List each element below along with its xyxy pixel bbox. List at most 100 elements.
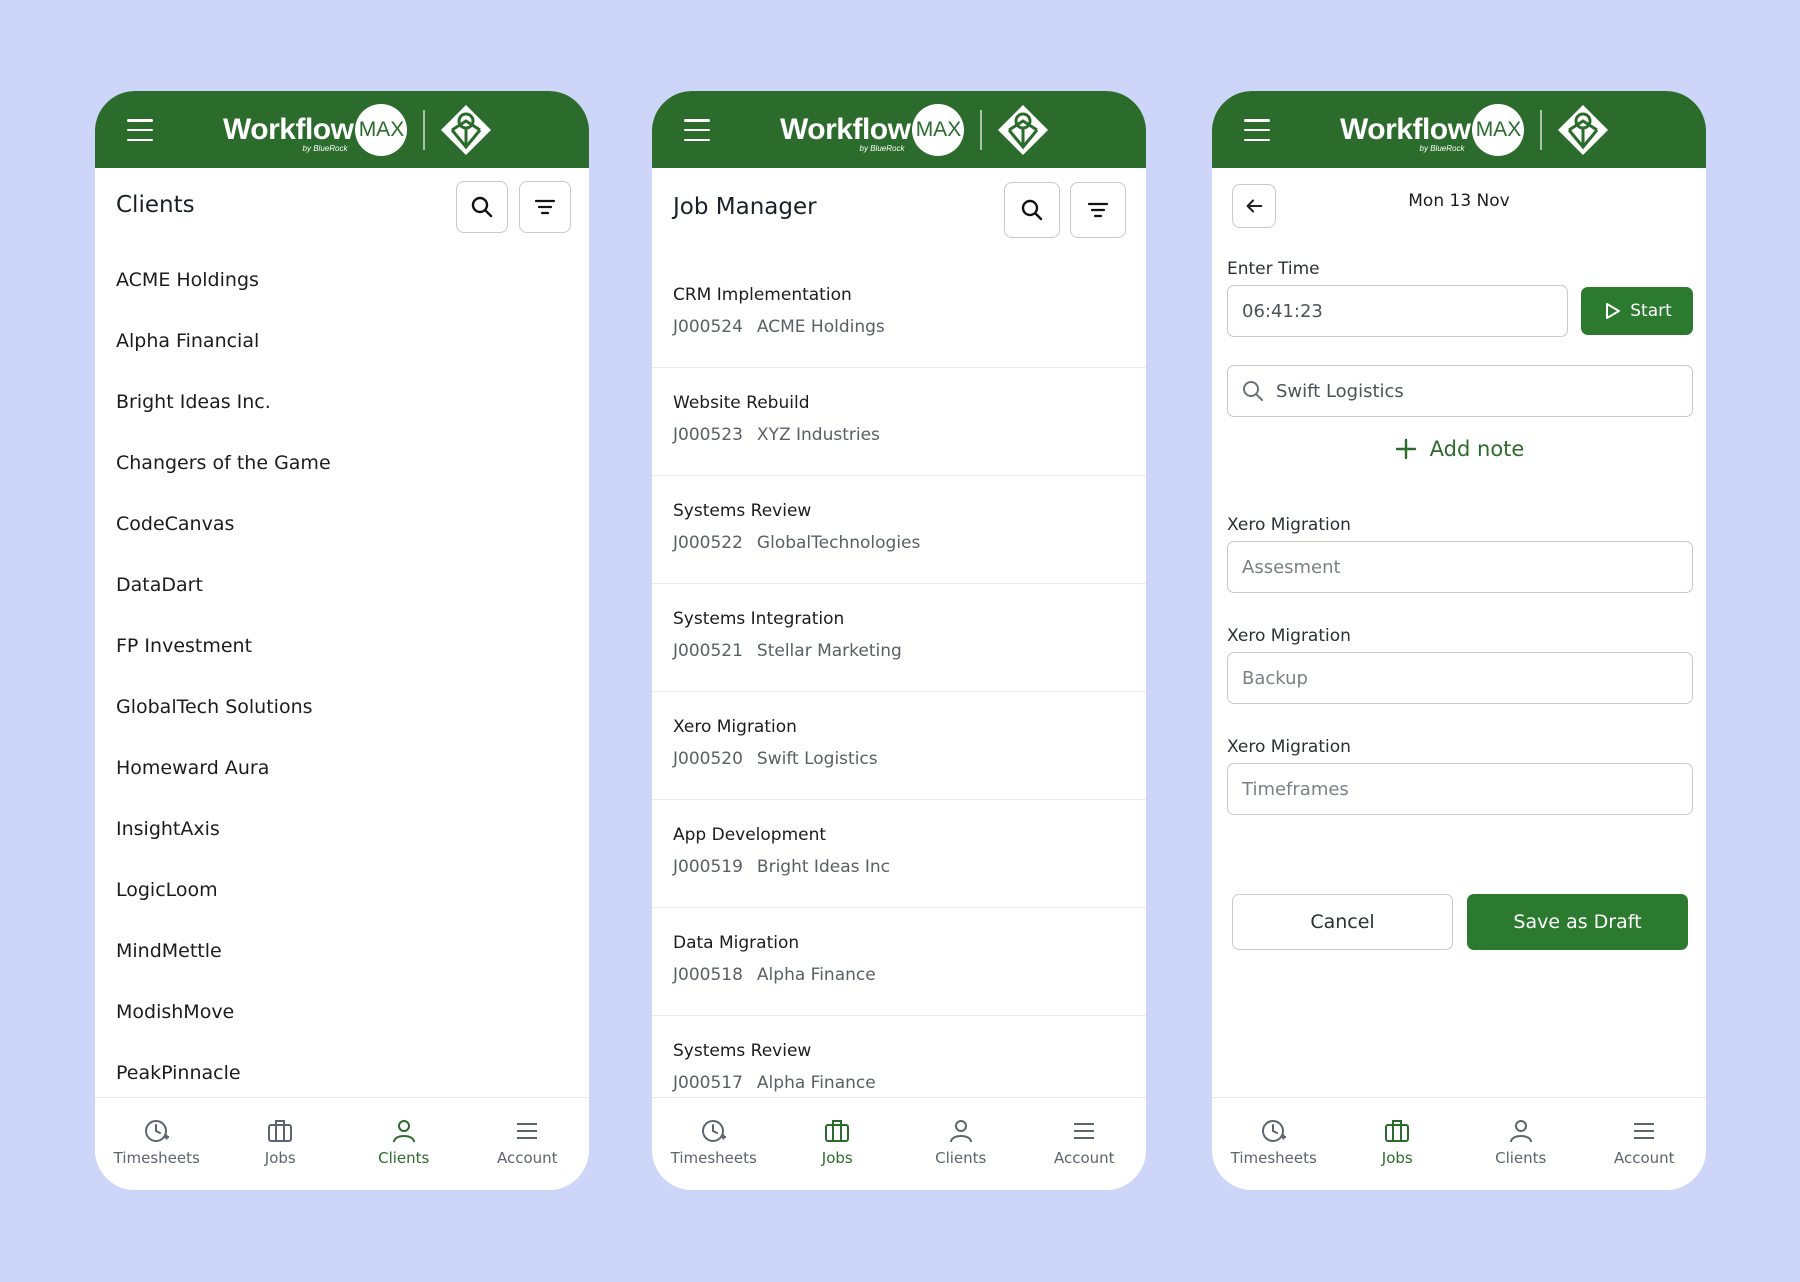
job-title: Systems Integration [673,609,845,629]
filter-button[interactable] [1070,182,1126,238]
brand-tagline: by BlueRock [859,144,905,153]
nav-clients[interactable]: Clients [342,1098,466,1190]
save-draft-button[interactable]: Save as Draft [1467,894,1688,950]
job-code: J000522 [673,533,743,553]
job-code: J000517 [673,1073,743,1093]
job-code: J000521 [673,641,743,661]
client-list-item[interactable]: Homeward Aura [95,738,589,799]
client-list-item[interactable]: DataDart [95,555,589,616]
task-label: Xero Migration [1227,626,1351,646]
nav-jobs[interactable]: Jobs [219,1098,343,1190]
nav-clients-label: Clients [935,1149,987,1167]
nav-jobs[interactable]: Jobs [1336,1098,1460,1190]
nav-jobs[interactable]: Jobs [776,1098,900,1190]
job-list-item[interactable]: Systems Review J000522 GlobalTechnologies [652,476,1146,584]
job-list-item[interactable]: App Development J000519 Bright Ideas Inc [652,800,1146,908]
filter-button[interactable] [519,181,571,233]
nav-account[interactable]: Account [1023,1098,1147,1190]
task-input-backup[interactable] [1227,652,1693,704]
briefcase-icon [1385,1120,1410,1142]
client-list-item[interactable]: PeakPinnacle [95,1043,589,1104]
clock-icon [1261,1120,1286,1142]
brand-name: Workflow [1340,113,1471,146]
nav-account-label: Account [1053,1149,1115,1167]
brand-divider [423,110,426,150]
nav-jobs-label: Jobs [264,1149,296,1167]
nav-timesheets-label: Timesheets [113,1149,200,1167]
job-client: GlobalTechnologies [756,533,921,553]
client-list: ACME Holdings Alpha Financial Bright Ide… [95,246,589,1104]
client-list-item[interactable]: FP Investment [95,616,589,677]
start-button[interactable]: Start [1581,287,1693,335]
nav-clients[interactable]: Clients [1459,1098,1583,1190]
job-client: Bright Ideas Inc [756,857,891,877]
play-icon [1606,303,1621,319]
client-list-item[interactable]: CodeCanvas [95,494,589,555]
brand-logo: Workflow MAX by BlueRock [780,103,1050,157]
client-list-item[interactable]: InsightAxis [95,799,589,860]
nav-timesheets[interactable]: Timesheets [95,1098,219,1190]
filter-icon [534,199,556,215]
brand-name: Workflow [780,113,911,146]
client-list-item[interactable]: ACME Holdings [95,250,589,311]
task-label: Xero Migration [1227,515,1351,535]
job-list-item[interactable]: Website Rebuild J000523 XYZ Industries [652,368,1146,476]
job-list-item[interactable]: Systems Integration J000521 Stellar Marke… [652,584,1146,692]
time-entry-screen: Workflow MAX by BlueRock Mon 13 Nov Ente… [1212,91,1706,1190]
nav-timesheets[interactable]: Timesheets [652,1098,776,1190]
client-search-input[interactable] [1227,365,1693,417]
brand-divider [1540,110,1543,150]
client-list-item[interactable]: Bright Ideas Inc. [95,372,589,433]
menu-icon[interactable] [127,119,153,141]
bottom-nav: Timesheets Jobs Clients Account [652,1097,1146,1190]
job-client: Alpha Finance [756,1073,876,1093]
client-list-item[interactable]: Alpha Financial [95,311,589,372]
brand-name: Workflow [223,113,354,146]
clients-screen: Workflow MAX by BlueRock Clients ACME Ho… [95,91,589,1190]
menu-lines-icon [1634,1123,1655,1139]
plus-icon [1395,438,1416,460]
search-button[interactable] [1004,182,1060,238]
client-list-item[interactable]: MindMettle [95,921,589,982]
brand-tagline: by BlueRock [1419,144,1465,153]
job-manager-screen: Workflow MAX by BlueRock Job Manager CRM… [652,91,1146,1190]
client-list-item[interactable]: GlobalTech Solutions [95,677,589,738]
client-search [1227,365,1693,417]
user-icon [1509,1120,1532,1143]
brand-badge: MAX [355,104,408,156]
nav-account[interactable]: Account [1583,1098,1707,1190]
add-note-button[interactable]: Add note [1212,437,1706,461]
job-list-item[interactable]: Xero Migration J000520 Swift Logistics [652,692,1146,800]
briefcase-icon [825,1120,850,1142]
page-title: Job Manager [673,194,817,220]
nav-timesheets[interactable]: Timesheets [1212,1098,1336,1190]
job-client: Stellar Marketing [756,641,902,661]
nav-clients[interactable]: Clients [899,1098,1023,1190]
task-input-timeframes[interactable] [1227,763,1693,815]
bottom-nav: Timesheets Jobs Clients Account [95,1097,589,1190]
search-button[interactable] [456,181,508,233]
search-icon [471,196,493,218]
client-list-item[interactable]: Changers of the Game [95,433,589,494]
menu-icon[interactable] [1244,119,1270,141]
client-list-item[interactable]: ModishMove [95,982,589,1043]
job-title: Data Migration [673,933,800,953]
start-button-label: Start [1630,301,1672,321]
job-title: Website Rebuild [673,393,810,413]
time-input[interactable] [1227,285,1568,337]
nav-account[interactable]: Account [466,1098,590,1190]
task-label: Xero Migration [1227,737,1351,757]
entry-date: Mon 13 Nov [1408,191,1510,211]
cancel-button[interactable]: Cancel [1232,894,1453,950]
job-list-item[interactable]: Data Migration J000518 Alpha Finance [652,908,1146,1016]
brand-logo: Workflow MAX by BlueRock [1340,103,1610,157]
client-list-item[interactable]: LogicLoom [95,860,589,921]
task-input-assessment[interactable] [1227,541,1693,593]
job-client: ACME Holdings [756,317,885,337]
app-header: Workflow MAX by BlueRock [1212,91,1706,168]
nav-account-label: Account [496,1149,558,1167]
search-icon [1243,381,1263,401]
menu-icon[interactable] [684,119,710,141]
page-title: Clients [116,192,195,218]
job-list-item[interactable]: CRM Implementation J000524 ACME Holdings [652,260,1146,368]
